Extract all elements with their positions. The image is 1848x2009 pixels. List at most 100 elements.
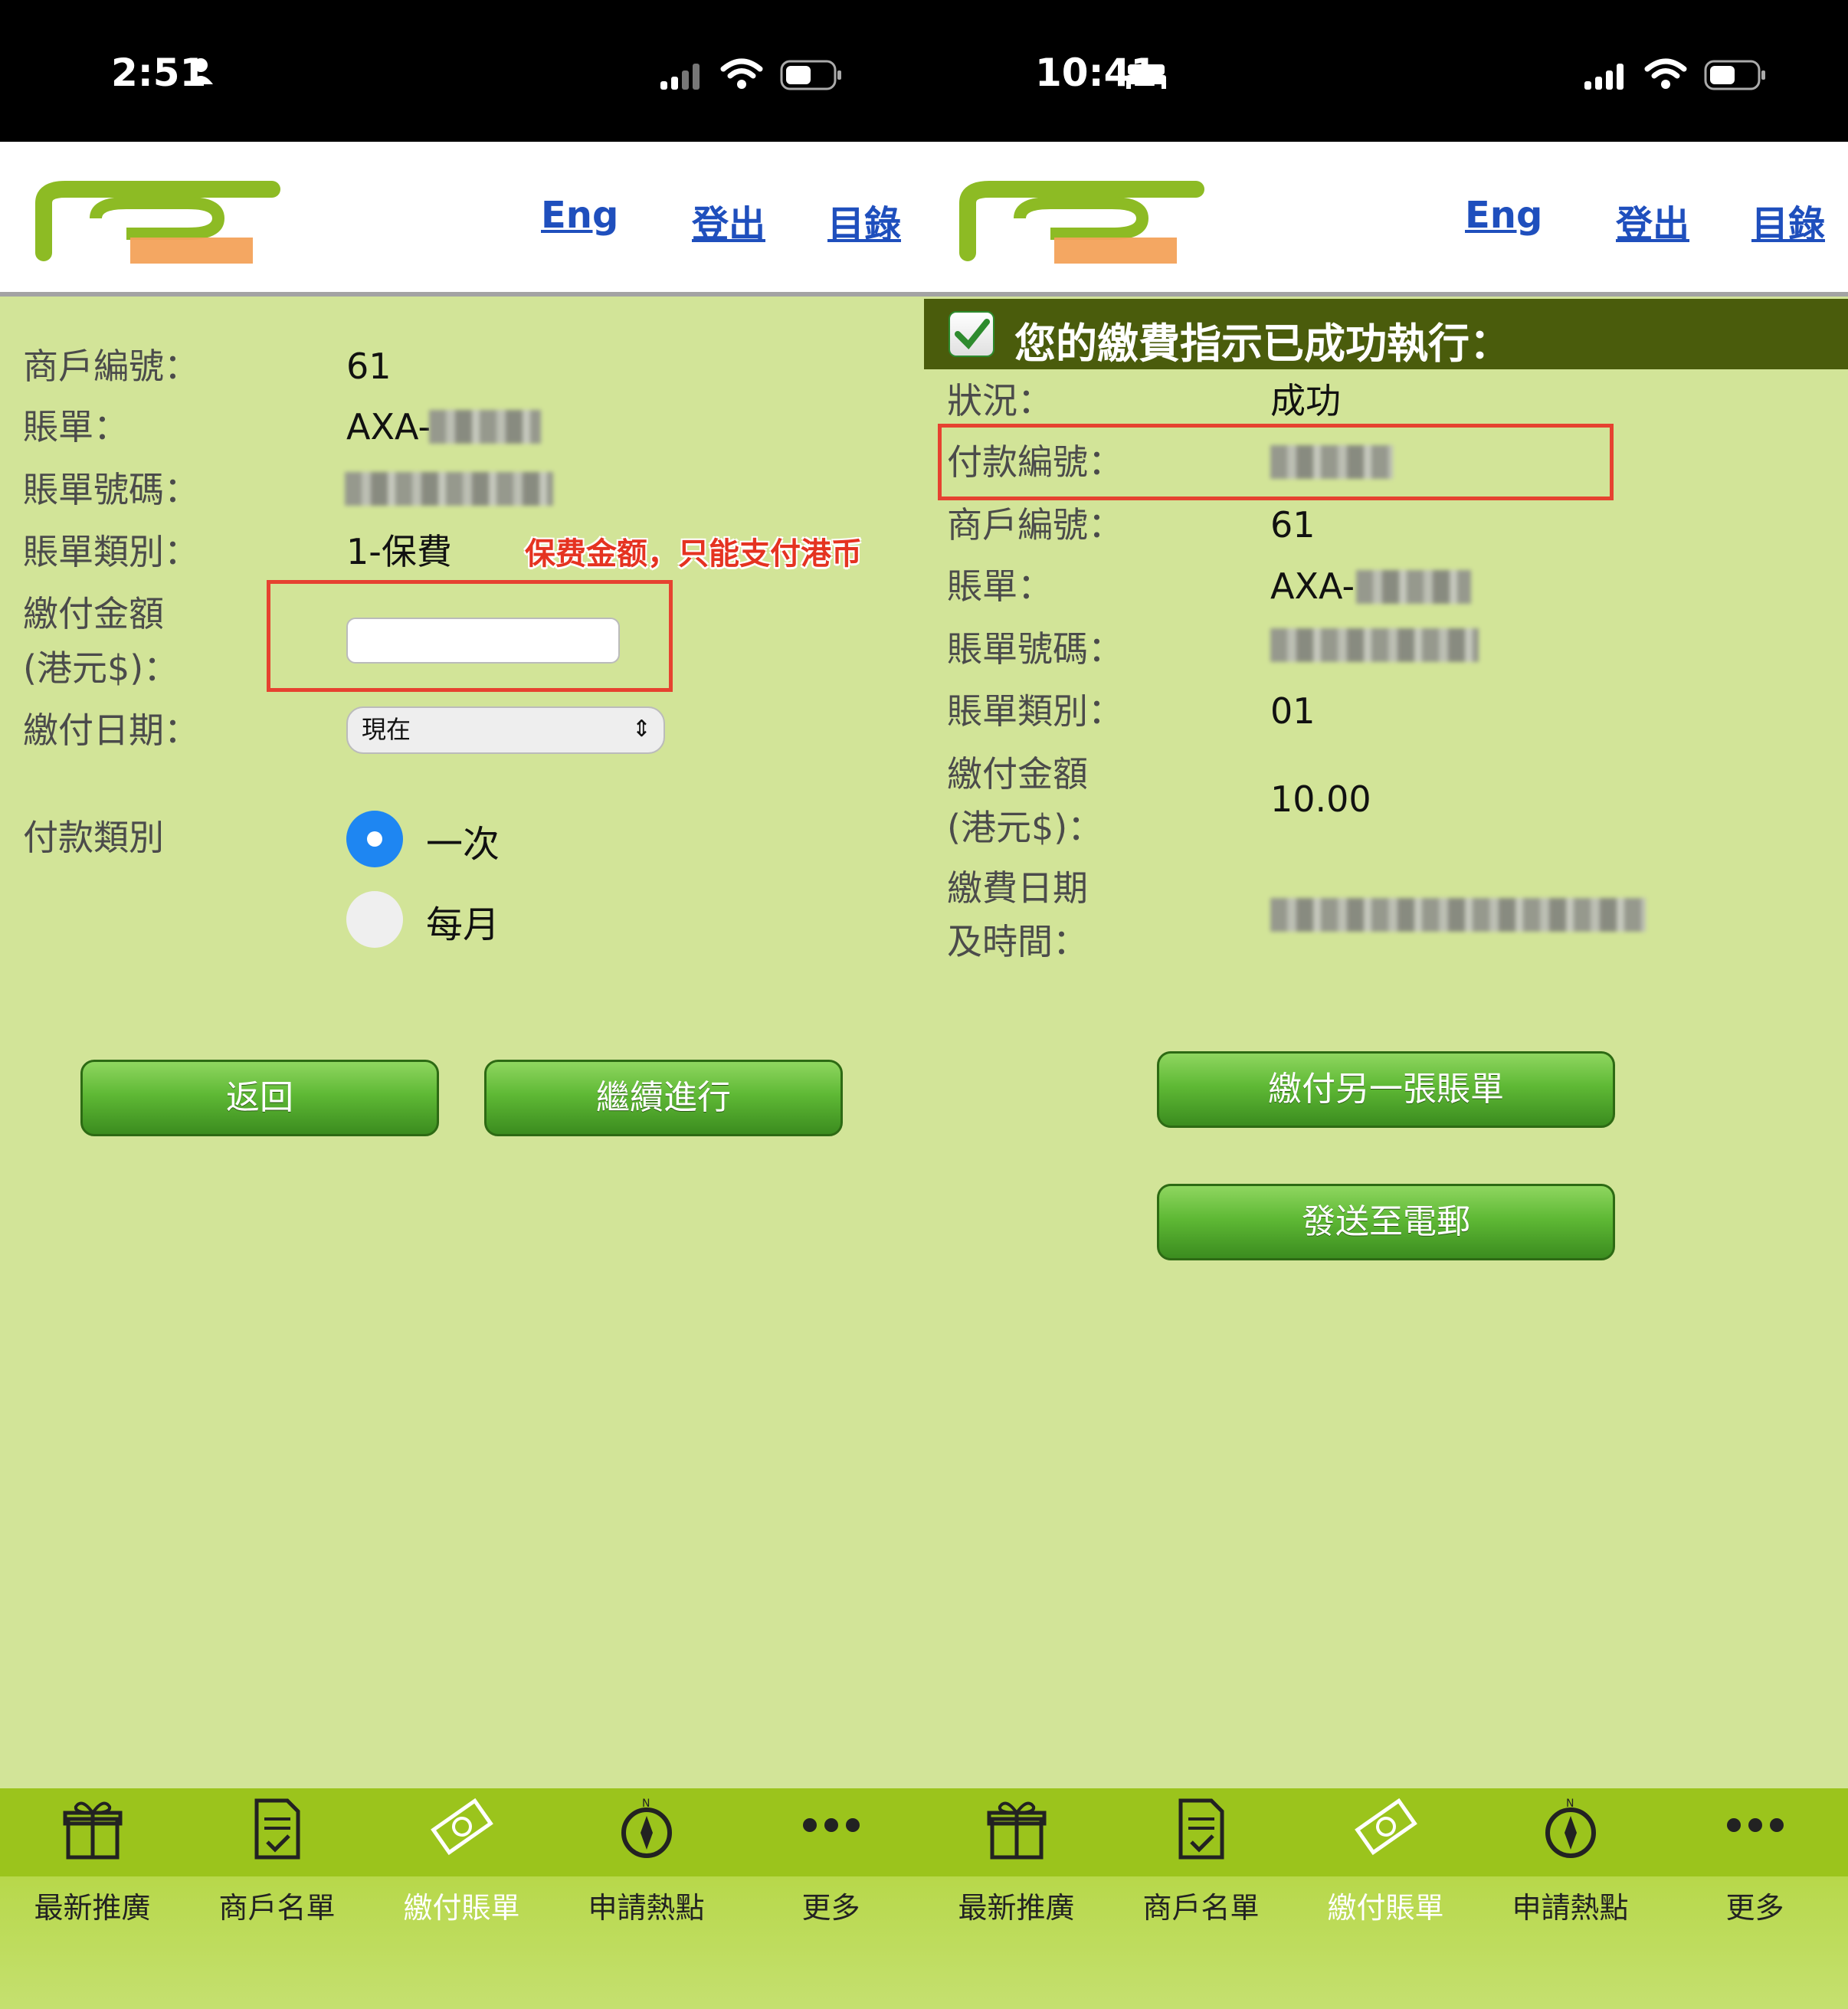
amount-value: 10.00 [1270, 778, 1371, 820]
tab-merchants[interactable]: 商戶名單 [1109, 1788, 1293, 2009]
svg-text:N: N [1566, 1798, 1574, 1810]
amount-label-line1: 繳付金額 [23, 593, 164, 634]
payment-form-screen: 2:51 Eng 登出 目錄 商戶編號： 61 賬單： AXA- 賬單號碼： 賬… [0, 0, 924, 2009]
tab-hotspots[interactable]: N 申請熱點 [554, 1788, 739, 2009]
merchant-value: 61 [346, 346, 392, 387]
annotation-note: 保费金额，只能支付港币 [525, 536, 862, 572]
tab-label: 商戶名單 [1142, 1891, 1260, 1925]
tab-hotspots[interactable]: N 申請熱點 [1478, 1788, 1663, 2009]
bill-payment-icon [1354, 1798, 1417, 1856]
continue-button[interactable]: 繼續進行 [484, 1060, 843, 1136]
checkmark-icon [949, 311, 994, 357]
payment-date-value: 現在 [362, 715, 411, 744]
status-bar: 10:41 [924, 0, 1848, 142]
bill-payment-icon [430, 1798, 493, 1856]
bill-type-value: 01 [1270, 690, 1316, 732]
redacted-bill-number [345, 472, 553, 506]
amount-label-line1: 繳付金額 [947, 753, 1088, 795]
gift-icon [63, 1801, 122, 1860]
bill-number-label: 賬單號碼： [947, 628, 1123, 670]
logout-link[interactable]: 登出 [1616, 194, 1689, 247]
eng-link[interactable]: Eng [1465, 194, 1542, 237]
payment-date-label: 繳付日期： [23, 710, 199, 751]
redacted-datetime [1270, 898, 1646, 932]
wifi-icon [720, 58, 763, 89]
tab-merchants[interactable]: 商戶名單 [185, 1788, 369, 2009]
tab-label: 更多 [801, 1891, 860, 1925]
tab-more[interactable]: 更多 [739, 1788, 923, 2009]
bill-type-label: 賬單類別： [23, 531, 199, 572]
tab-pay-bills[interactable]: 繳付賬單 [369, 1788, 554, 2009]
pps-logo [959, 181, 1204, 264]
bottom-tab-bar: 最新推廣 商戶名單 繳付賬單 N 申請熱點 更多 [0, 1788, 924, 2009]
gift-icon [987, 1801, 1046, 1860]
battery-icon [780, 60, 841, 90]
send-to-email-button[interactable]: 發送至電郵 [1157, 1184, 1615, 1260]
radio-monthly[interactable] [346, 891, 403, 948]
bill-value: AXA- [346, 406, 431, 447]
redacted-bill [429, 410, 541, 444]
pps-logo [35, 181, 280, 264]
tab-label: 申請熱點 [1512, 1891, 1629, 1925]
document-list-icon [1178, 1798, 1224, 1860]
screenshot-composite: 2:51 Eng 登出 目錄 商戶編號： 61 賬單： AXA- 賬單號碼： 賬… [0, 0, 1848, 2009]
wifi-icon [1644, 58, 1687, 89]
merchant-value: 61 [1270, 504, 1316, 546]
success-title: 您的繳費指示已成功執行： [1014, 320, 1511, 368]
logout-link[interactable]: 登出 [692, 194, 765, 247]
bill-value: AXA- [1270, 565, 1355, 607]
status-value: 成功 [1270, 380, 1341, 421]
redacted-bill-number [1270, 628, 1479, 662]
payment-type-label: 付款類別 [23, 817, 164, 858]
bill-label: 賬單： [947, 565, 1053, 607]
bill-type-value: 1-保費 [346, 531, 452, 572]
document-list-icon [254, 1798, 300, 1860]
tab-pay-bills[interactable]: 繳付賬單 [1293, 1788, 1478, 2009]
tab-label: 繳付賬單 [403, 1891, 520, 1925]
tab-promotions[interactable]: 最新推廣 [924, 1788, 1109, 2009]
bill-type-label: 賬單類別： [947, 690, 1123, 732]
radio-once[interactable] [346, 811, 403, 867]
tab-label: 繳付賬單 [1327, 1891, 1444, 1925]
more-dots-icon [802, 1818, 860, 1832]
tab-label: 最新推廣 [34, 1891, 151, 1925]
compass-icon: N [621, 1798, 672, 1858]
amount-label-line2: (港元$)： [947, 807, 1103, 848]
cellular-signal-icon [1584, 64, 1624, 90]
pay-another-bill-button[interactable]: 繳付另一張賬單 [1157, 1051, 1615, 1128]
bottom-tab-bar: 最新推廣 商戶名單 繳付賬單 N 申請熱點 更多 [924, 1788, 1848, 2009]
tab-more[interactable]: 更多 [1663, 1788, 1847, 2009]
tab-label: 更多 [1725, 1891, 1784, 1925]
back-button[interactable]: 返回 [80, 1060, 439, 1136]
merchant-label: 商戶編號： [23, 346, 199, 387]
person-icon [188, 58, 213, 84]
annotation-box-payment-number [938, 424, 1614, 500]
app-header: Eng 登出 目錄 [0, 142, 924, 297]
amount-input[interactable] [346, 618, 620, 664]
payment-date-select[interactable]: 現在 ⇕ [346, 706, 665, 754]
tab-promotions[interactable]: 最新推廣 [0, 1788, 185, 2009]
bill-label: 賬單： [23, 406, 129, 447]
merchant-label: 商戶編號： [947, 504, 1123, 546]
datetime-label-line2: 及時間： [947, 921, 1088, 962]
redacted-bill [1356, 570, 1471, 604]
menu-link[interactable]: 目錄 [827, 194, 901, 247]
more-dots-icon [1726, 1818, 1784, 1832]
bed-icon [1126, 64, 1166, 89]
svg-text:N: N [642, 1798, 650, 1810]
status-label: 狀況： [947, 380, 1053, 421]
radio-once-label: 一次 [426, 823, 500, 866]
cellular-signal-icon [660, 64, 700, 90]
amount-label-line2: (港元$)： [23, 647, 179, 689]
menu-link[interactable]: 目錄 [1751, 194, 1825, 247]
eng-link[interactable]: Eng [541, 194, 618, 237]
bill-number-label: 賬單號碼： [23, 469, 199, 510]
tab-label: 商戶名單 [218, 1891, 336, 1925]
tab-label: 申請熱點 [588, 1891, 705, 1925]
status-bar: 2:51 [0, 0, 924, 142]
battery-icon [1704, 60, 1765, 90]
datetime-label-line1: 繳費日期 [947, 867, 1088, 909]
success-banner: 您的繳費指示已成功執行： [924, 299, 1848, 369]
app-header: Eng 登出 目錄 [924, 142, 1848, 297]
chevron-updown-icon: ⇕ [631, 716, 651, 742]
